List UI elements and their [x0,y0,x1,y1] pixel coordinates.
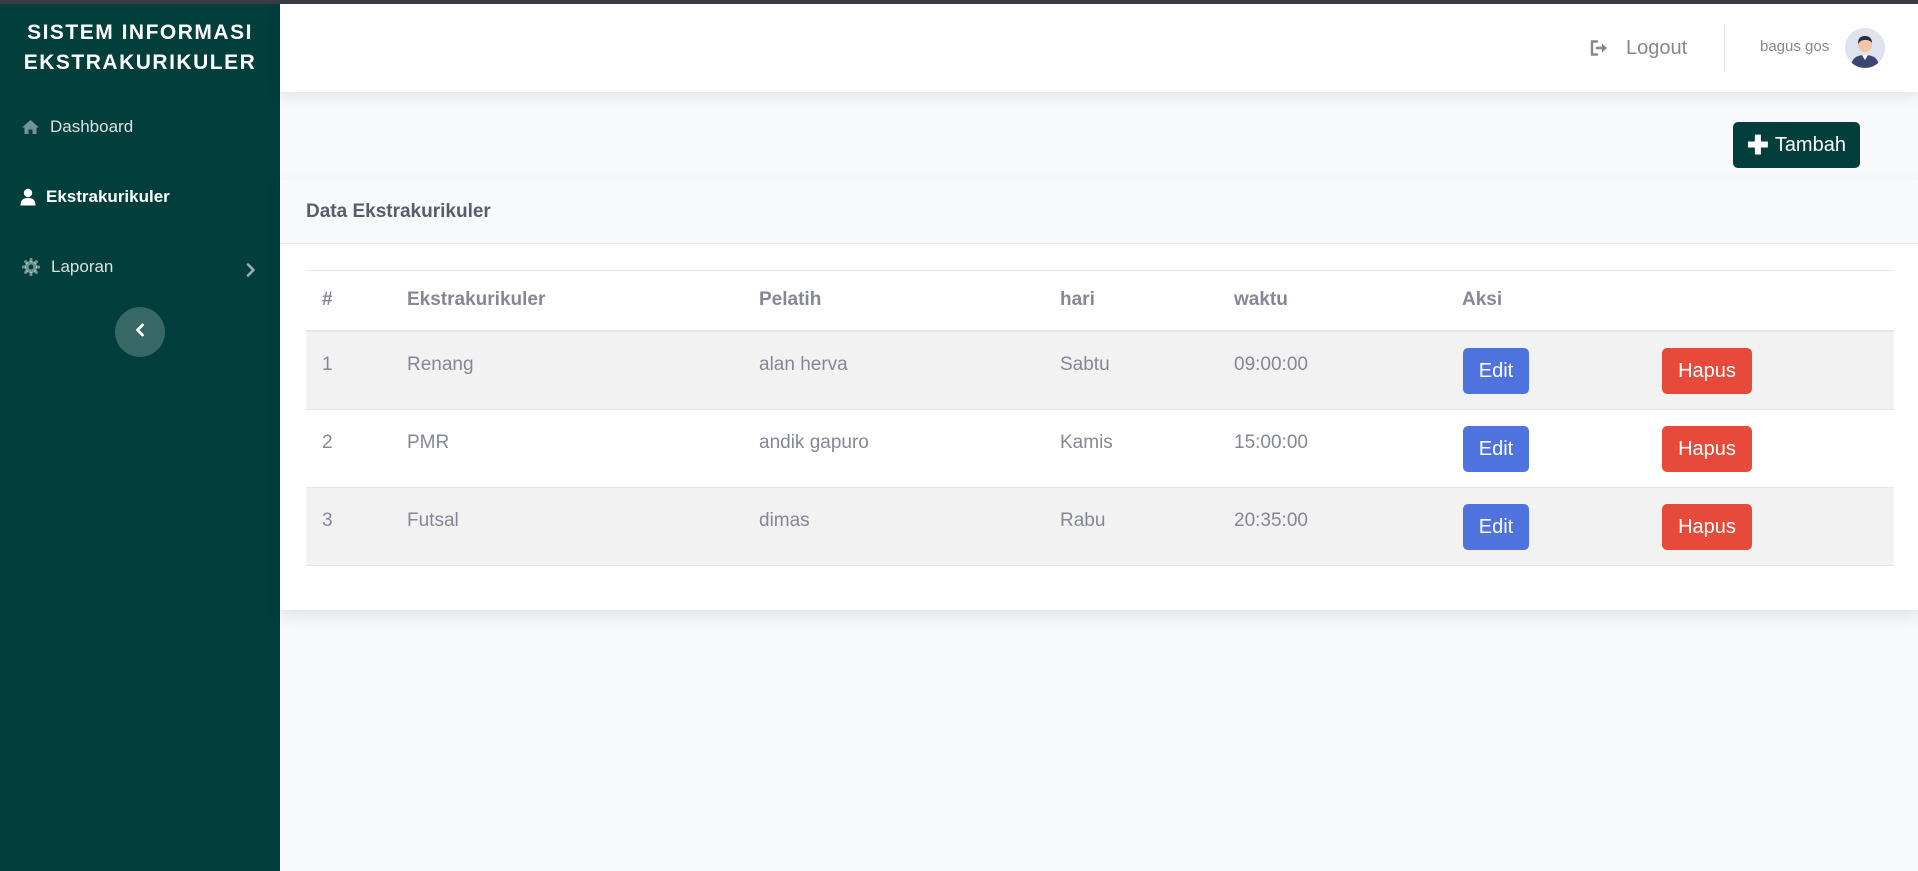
column-header-waktu: waktu [1234,289,1288,310]
cell-waktu: 09:00:00 [1234,354,1308,375]
sidebar-item-laporan[interactable]: Laporan [21,252,113,282]
cell-number: 2 [322,432,333,453]
cell-waktu: 20:35:00 [1234,510,1308,531]
delete-button[interactable]: Hapus [1662,426,1752,472]
sidebar-item-dashboard[interactable]: Dashboard [20,112,133,142]
cell-ekstrakurikuler: Futsal [407,510,459,531]
brand-title[interactable]: SISTEM INFORMASI EKSTRAKURIKULER [0,18,280,78]
cell-number: 1 [322,354,333,375]
topbar-divider [1724,24,1725,72]
logout-button[interactable]: Logout [1590,34,1687,62]
column-header-ekstrakurikuler: Ekstrakurikuler [407,289,546,310]
sidebar-item-ekstrakurikuler[interactable]: Ekstrakurikuler [18,182,170,212]
home-icon [20,117,40,137]
brand-line-2: EKSTRAKURIKULER [23,51,257,74]
chevron-left-icon [134,323,146,342]
card-title: Data Ekstrakurikuler [306,201,491,222]
sidebar-item-label: Dashboard [50,117,134,136]
logout-label: Logout [1626,36,1688,59]
chevron-right-icon[interactable] [244,260,258,280]
user-name[interactable]: bagus gos [1760,38,1829,55]
cell-ekstrakurikuler: PMR [407,432,450,453]
user-icon [18,187,38,207]
sidebar-item-label: Laporan [51,257,114,276]
cell-ekstrakurikuler: Renang [407,354,474,375]
table-header: # Ekstrakurikuler Pelatih hari waktu Aks… [306,270,1894,332]
avatar[interactable] [1845,28,1885,68]
cell-number: 3 [322,510,333,531]
cell-pelatih: dimas [759,510,810,531]
add-button[interactable]: ✚ Tambah [1733,122,1860,168]
edit-button[interactable]: Edit [1463,426,1529,472]
cell-waktu: 15:00:00 [1234,432,1308,453]
sidebar-toggle-button[interactable] [115,307,165,357]
edit-button[interactable]: Edit [1463,504,1529,550]
table-row: 1 Renang alan herva Sabtu 09:00:00 Edit … [306,332,1894,410]
add-button-label: Tambah [1774,133,1846,156]
table-row: 2 PMR andik gapuro Kamis 15:00:00 Edit H… [306,410,1894,488]
delete-button[interactable]: Hapus [1662,504,1752,550]
column-header-number: # [322,289,333,310]
column-header-hari: hari [1060,289,1095,310]
table-row: 3 Futsal dimas Rabu 20:35:00 Edit Hapus [306,488,1894,566]
sidebar-item-label: Ekstrakurikuler [46,187,170,206]
column-header-pelatih: Pelatih [759,289,822,310]
card-header: Data Ekstrakurikuler [280,180,1918,244]
delete-button[interactable]: Hapus [1662,348,1752,394]
cell-hari: Rabu [1060,510,1106,531]
plus-icon: ✚ [1747,130,1769,160]
cell-hari: Sabtu [1060,354,1110,375]
brand-line-1: SISTEM INFORMASI [27,21,253,44]
cell-hari: Kamis [1060,432,1113,453]
sidebar: SISTEM INFORMASI EKSTRAKURIKULER Dashboa… [0,4,280,871]
cell-pelatih: alan herva [759,354,848,375]
cell-pelatih: andik gapuro [759,432,869,453]
gear-icon [21,257,41,277]
sign-out-icon [1590,38,1612,58]
edit-button[interactable]: Edit [1463,348,1529,394]
column-header-aksi: Aksi [1462,289,1503,310]
